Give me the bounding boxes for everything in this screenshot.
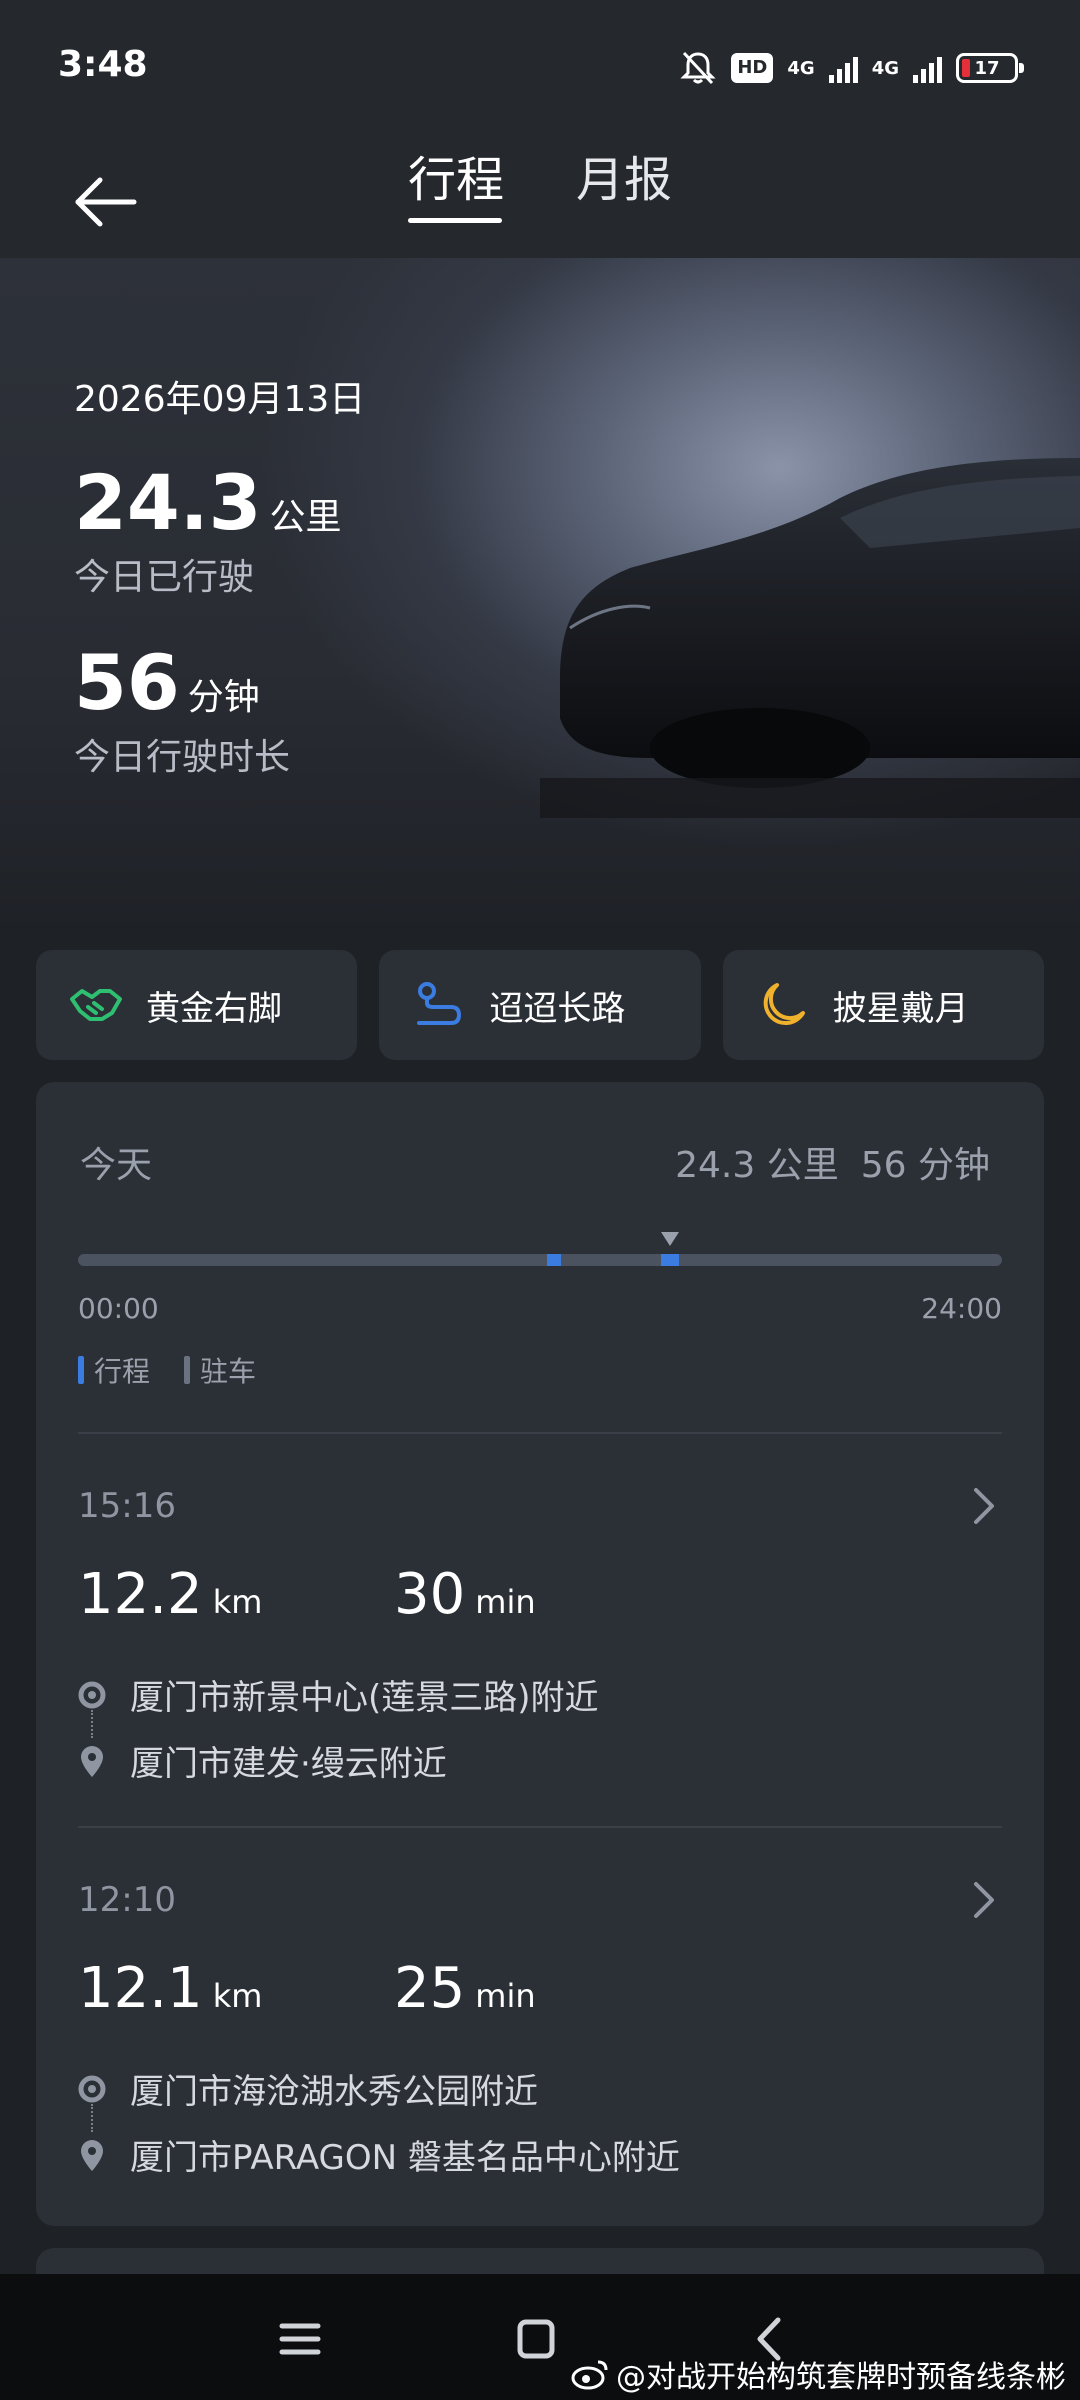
trip-duration: 25 min	[394, 1956, 536, 2021]
timeline-end-label: 24:00	[921, 1292, 1002, 1325]
legend-parking-swatch	[184, 1356, 191, 1384]
trip-origin-text: 厦门市新景中心(莲景三路)附近	[130, 1678, 599, 1718]
status-time: 3:48	[58, 44, 148, 85]
location-pin-icon	[81, 1745, 103, 1777]
menu-icon[interactable]	[270, 2314, 330, 2364]
battery-level: 17	[974, 57, 1000, 79]
chevron-right-icon[interactable]	[966, 1484, 1002, 1528]
legend-trip-label: 行程	[94, 1355, 151, 1388]
timeline-marker-icon	[661, 1232, 679, 1246]
car-silhouette	[540, 458, 1080, 818]
distance-caption: 今日已行驶	[74, 557, 255, 598]
badge-golden-foot[interactable]: 黄金右脚	[36, 950, 358, 1060]
route-icon	[417, 982, 462, 1025]
trip-duration-value: 25	[394, 1956, 466, 2021]
trip-duration-unit: min	[475, 1583, 536, 1621]
header: 行程 月报	[0, 130, 1080, 258]
trip-origin: 厦门市新景中心(莲景三路)附近	[78, 1670, 599, 1719]
badge-label: 披星戴月	[832, 988, 969, 1029]
trip-distance-value: 12.1	[78, 1956, 203, 2021]
battery-icon: 17	[956, 53, 1024, 83]
today-trips-card: 今天 24.3 公里 56 分钟 00:00 24:00 行程 驻车 15:16…	[36, 1082, 1044, 2226]
chevron-right-icon[interactable]	[966, 1878, 1002, 1922]
trip-destination: 厦门市建发·缦云附近	[78, 1736, 447, 1785]
trip-duration-value: 30	[394, 1562, 466, 1627]
legend-trip-swatch	[78, 1356, 84, 1384]
trip-item[interactable]: 12:10 12.1 km 25 min 厦门市海沧湖水秀公园附近 厦门市PAR…	[78, 1828, 1002, 2188]
back-arrow-icon[interactable]	[70, 150, 150, 230]
today-label: 今天	[80, 1145, 153, 1186]
moon-icon	[763, 983, 805, 1026]
signal-icon-2	[913, 53, 942, 83]
timeline-trip-segment-2	[661, 1254, 679, 1266]
achievement-badges: 黄金右脚 迢迢长路 披星戴月	[36, 950, 1044, 1060]
trip-distance: 12.2 km	[78, 1562, 262, 1627]
distance-unit: 公里	[269, 497, 342, 538]
trip-distance-unit: km	[212, 1583, 263, 1621]
trip-origin-text: 厦门市海沧湖水秀公园附近	[130, 2072, 538, 2112]
trip-destination-text: 厦门市PARAGON 磐基名品中心附近	[130, 2138, 680, 2178]
trip-duration-unit: min	[475, 1977, 536, 2015]
today-total-duration: 56 分钟	[860, 1145, 990, 1186]
network-label-1: 4G	[787, 57, 815, 79]
hd-badge: HD	[731, 53, 774, 83]
origin-dot-icon	[78, 1681, 106, 1708]
trip-destination-text: 厦门市建发·缦云附近	[130, 1744, 447, 1784]
active-tab-indicator	[408, 218, 502, 223]
status-bar: 3:48 HD 4G 4G 17	[0, 0, 1080, 130]
today-total-distance: 24.3 公里	[675, 1145, 839, 1186]
route-connector	[91, 2104, 93, 2132]
weibo-icon	[571, 2360, 608, 2390]
distance-stat: 24.3 公里	[74, 458, 342, 547]
badge-label: 迢迢长路	[489, 988, 626, 1029]
trip-duration: 30 min	[394, 1562, 536, 1627]
status-icons: HD 4G 4G 17	[679, 48, 1024, 88]
day-timeline[interactable]	[78, 1232, 1002, 1266]
duration-unit: 分钟	[187, 677, 260, 718]
duration-value: 56	[74, 638, 180, 727]
network-label-2: 4G	[871, 57, 899, 79]
badge-long-road[interactable]: 迢迢长路	[379, 950, 701, 1060]
trip-distance: 12.1 km	[78, 1956, 262, 2021]
badge-label: 黄金右脚	[146, 988, 282, 1029]
watermark-text: @对战开始构筑套牌时预备线条彬	[616, 2360, 1066, 2395]
duration-caption: 今日行驶时长	[74, 737, 291, 778]
duration-stat: 56 分钟	[74, 638, 260, 727]
trip-origin: 厦门市海沧湖水秀公园附近	[78, 2064, 538, 2113]
mute-bell-icon	[680, 51, 716, 85]
trip-distance-unit: km	[212, 1977, 263, 2015]
watermark: @对战开始构筑套牌时预备线条彬	[570, 2352, 1066, 2396]
timeline-legend: 行程 驻车	[78, 1350, 256, 1390]
timeline-start-label: 00:00	[78, 1292, 159, 1325]
trip-distance-value: 12.2	[78, 1562, 203, 1627]
tab-monthly-report[interactable]: 月报	[576, 140, 672, 210]
trip-item[interactable]: 15:16 12.2 km 30 min 厦门市新景中心(莲景三路)附近 厦门市…	[78, 1434, 1002, 1794]
legend-parking: 驻车	[184, 1350, 256, 1390]
legend-parking-label: 驻车	[200, 1355, 257, 1388]
tab-trips[interactable]: 行程	[408, 140, 504, 210]
location-pin-icon	[81, 2139, 103, 2171]
trip-destination: 厦门市PARAGON 磐基名品中心附近	[78, 2130, 680, 2179]
signal-icon-1	[828, 53, 858, 83]
badge-star-moon[interactable]: 披星戴月	[722, 950, 1044, 1060]
handshake-icon	[70, 989, 122, 1021]
hero-banner: 2026年09月13日 24.3 公里 今日已行驶 56 分钟 今日行驶时长	[0, 258, 1080, 938]
distance-value: 24.3	[74, 458, 262, 547]
timeline-trip-segment-1	[547, 1254, 561, 1266]
origin-dot-icon	[78, 2075, 106, 2102]
trip-start-time: 15:16	[78, 1486, 176, 1526]
legend-trip: 行程	[78, 1350, 150, 1390]
trip-start-time: 12:10	[78, 1880, 176, 1920]
today-summary: 24.3 公里 56 分钟	[675, 1136, 990, 1188]
home-icon[interactable]	[506, 2314, 566, 2364]
route-connector	[91, 1710, 93, 1738]
hero-date: 2026年09月13日	[74, 379, 366, 420]
